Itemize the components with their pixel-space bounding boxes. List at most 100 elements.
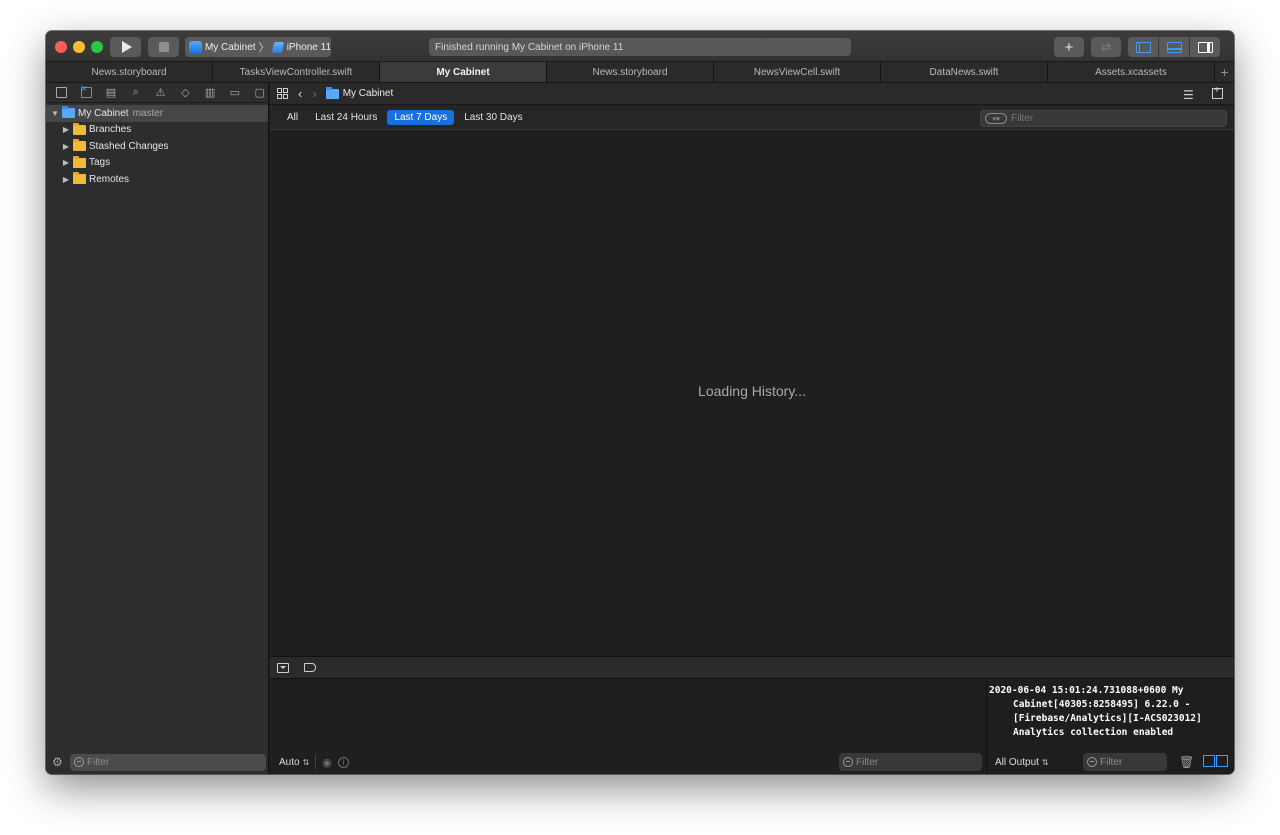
close-window-button[interactable] xyxy=(55,41,67,53)
scheme-selector[interactable]: My Cabinet 〉 iPhone 11 xyxy=(185,37,331,57)
jump-bar: ‹ › My Cabinet ☰ xyxy=(270,83,1234,105)
play-icon xyxy=(121,41,132,53)
issue-navigator-icon[interactable]: ⚠ xyxy=(151,85,170,101)
breakpoints-toggle-icon[interactable] xyxy=(304,663,316,672)
tab-news-storyboard-2[interactable]: News.storyboard xyxy=(547,62,714,82)
toggle-debug-area-button[interactable] xyxy=(1159,37,1189,57)
split-editor-icon[interactable] xyxy=(1212,85,1223,99)
tab-news-storyboard[interactable]: News.storyboard xyxy=(46,62,213,82)
minimize-window-button[interactable] xyxy=(73,41,85,53)
console-footer: All Output ⇅ Filter 🗑 xyxy=(987,750,1234,774)
tree-item-branches[interactable]: ▶ Branches xyxy=(46,122,268,139)
console-pane-icon xyxy=(1216,755,1228,767)
console-filter-input[interactable]: Filter xyxy=(1083,753,1167,771)
toggle-inspector-button[interactable] xyxy=(1190,37,1220,57)
tree-item-label: Stashed Changes xyxy=(89,140,169,152)
console-layout-toggle[interactable] xyxy=(1203,755,1228,767)
loading-history-text: Loading History... xyxy=(698,383,806,399)
hide-debug-area-icon[interactable] xyxy=(277,663,289,673)
tree-item-stashed-changes[interactable]: ▶ Stashed Changes xyxy=(46,138,268,155)
stop-button[interactable] xyxy=(148,37,179,57)
info-icon[interactable]: i xyxy=(337,756,349,768)
tab-my-cabinet[interactable]: My Cabinet xyxy=(380,62,547,82)
tab-assets[interactable]: Assets.xcassets xyxy=(1048,62,1215,82)
tree-item-tags[interactable]: ▶ Tags xyxy=(46,155,268,172)
history-filter-placeholder: Filter xyxy=(1011,113,1034,124)
stop-icon xyxy=(158,42,169,52)
zoom-window-button[interactable] xyxy=(91,41,103,53)
disclosure-closed-icon[interactable]: ▶ xyxy=(61,158,71,167)
repo-name: My Cabinet xyxy=(78,107,129,119)
disclosure-closed-icon[interactable]: ▶ xyxy=(61,175,71,184)
scope-7-days-button[interactable]: Last 7 Days xyxy=(387,110,455,125)
back-chevron-icon[interactable]: ‹ xyxy=(298,86,302,101)
code-review-button[interactable]: ⇄ xyxy=(1091,37,1121,57)
variables-footer: Auto ⇅ ◉ i Filter xyxy=(270,750,985,774)
filter-icon xyxy=(843,757,853,767)
test-navigator-icon[interactable]: ◇ xyxy=(176,85,195,101)
tree-item-label: Remotes xyxy=(89,173,130,185)
filter-icon xyxy=(1087,757,1097,767)
run-button[interactable] xyxy=(110,37,141,57)
folder-icon xyxy=(73,139,86,152)
history-filter-input[interactable]: ≡▾ Filter xyxy=(980,110,1227,127)
editor-options-icon[interactable]: ☰ xyxy=(1183,88,1194,102)
gear-icon[interactable]: ⚙ xyxy=(52,756,64,768)
find-navigator-icon[interactable]: ⌕ xyxy=(126,85,145,101)
device-icon xyxy=(271,41,284,53)
panel-toggle-group xyxy=(1128,37,1220,57)
project-navigator-icon[interactable] xyxy=(52,85,71,101)
breadcrumb[interactable]: My Cabinet xyxy=(343,88,394,99)
disclosure-open-icon[interactable]: ▼ xyxy=(50,109,60,118)
navigator-filter-input[interactable]: Filter xyxy=(70,753,266,771)
disclosure-closed-icon[interactable]: ▶ xyxy=(61,125,71,134)
library-add-button[interactable]: + xyxy=(1054,37,1084,57)
folder-icon xyxy=(73,122,86,135)
tree-item-remotes[interactable]: ▶ Remotes xyxy=(46,171,268,188)
scheme-device-label: iPhone 11 xyxy=(286,41,331,53)
scope-24-hours-button[interactable]: Last 24 Hours xyxy=(308,110,384,125)
tab-tasks-view-controller[interactable]: TasksViewController.swift xyxy=(213,62,380,82)
navigator-panel-icon xyxy=(1135,41,1151,53)
filter-options-icon[interactable]: ≡▾ xyxy=(985,113,1007,124)
scope-30-days-button[interactable]: Last 30 Days xyxy=(457,110,529,125)
variables-filter-input[interactable]: Filter xyxy=(839,753,982,771)
tab-bar: News.storyboard TasksViewController.swif… xyxy=(46,62,1234,83)
variables-filter-placeholder: Filter xyxy=(856,756,879,768)
report-navigator-icon[interactable]: ▢ xyxy=(250,85,269,101)
scheme-app-label: My Cabinet xyxy=(204,41,256,53)
debug-navigator-icon[interactable]: ▥ xyxy=(201,85,220,101)
xcode-window: My Cabinet 〉 iPhone 11 Finished running … xyxy=(46,31,1234,774)
tab-data-news[interactable]: DataNews.swift xyxy=(881,62,1048,82)
variables-scope-selector[interactable]: Auto ⇅ xyxy=(279,757,309,768)
auto-label: Auto xyxy=(279,756,300,768)
console-filter-placeholder: Filter xyxy=(1100,756,1123,768)
repo-root-row[interactable]: ▼ My Cabinet master xyxy=(46,105,268,122)
folder-icon xyxy=(73,172,86,185)
variables-pane-icon xyxy=(1203,755,1215,767)
disclosure-closed-icon[interactable]: ▶ xyxy=(61,142,71,151)
up-down-icon: ⇅ xyxy=(302,757,310,767)
tab-news-view-cell[interactable]: NewsViewCell.swift xyxy=(714,62,881,82)
forward-chevron-icon[interactable]: › xyxy=(312,86,316,101)
app-icon xyxy=(189,40,202,54)
output-selector[interactable]: All Output ⇅ xyxy=(995,757,1049,768)
console-output[interactable]: 2020-06-04 15:01:24.731088+0600 My Cabin… xyxy=(989,684,1229,740)
repository-icon xyxy=(325,86,339,99)
eye-icon[interactable]: ◉ xyxy=(322,756,332,769)
tree-item-label: Branches xyxy=(89,124,132,136)
source-control-navigator-icon[interactable] xyxy=(77,83,96,101)
divider xyxy=(315,755,317,769)
branch-name: master xyxy=(132,107,164,119)
symbol-navigator-icon[interactable]: ▤ xyxy=(102,85,121,101)
related-items-icon[interactable] xyxy=(277,88,288,99)
folder-icon xyxy=(73,155,86,168)
breakpoint-navigator-icon[interactable]: ▭ xyxy=(225,85,244,101)
scope-all-button[interactable]: All xyxy=(280,110,305,125)
navigator-filter-placeholder: Filter xyxy=(87,756,110,768)
toggle-navigator-button[interactable] xyxy=(1128,37,1158,57)
trash-icon[interactable]: 🗑 xyxy=(1179,755,1194,769)
new-tab-button[interactable]: + xyxy=(1215,62,1234,82)
navigator-selector-bar: ▤ ⌕ ⚠ ◇ ▥ ▭ ▢ xyxy=(46,83,269,103)
console-view: 2020-06-04 15:01:24.731088+0600 My Cabin… xyxy=(986,680,1234,774)
